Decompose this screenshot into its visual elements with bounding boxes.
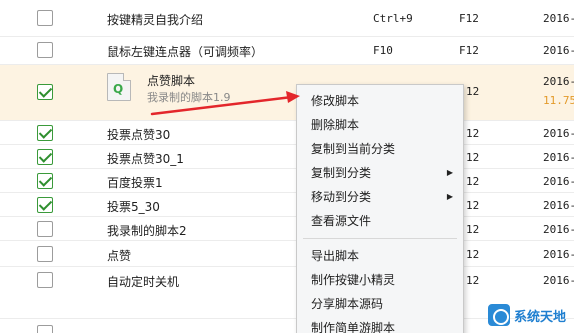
script-time: 11.75 [543,94,574,107]
script-stop-key: 12 [466,175,480,188]
table-row[interactable]: 点赞 12 2016- [0,241,574,267]
script-date: 2016- [543,274,574,287]
script-name: 投票点赞30_1 [107,152,184,166]
script-stop-key: F12 [459,44,479,57]
menu-item-label: 复制到当前分类 [311,142,396,156]
menu-item-label: 复制到分类 [311,166,372,180]
script-name: 自动定时关机 [107,275,180,289]
script-hotkey: Ctrl+9 [373,12,413,25]
row-checkbox-checked[interactable] [37,125,53,141]
table-row[interactable]: 按键精灵自我介绍 Ctrl+9 F12 2016- [0,0,574,37]
script-date: 2016- [543,223,574,236]
menu-item-edit-script[interactable]: 修改脚本 [297,90,463,112]
script-date: 2016- [543,199,574,212]
watermark-logo-icon [487,304,510,326]
table-row[interactable]: 百度投票1 12 2016- [0,169,574,193]
row-checkbox[interactable] [37,272,53,288]
script-hotkey: F10 [373,44,393,57]
menu-item-view-source-file[interactable]: 查看源文件 [297,210,463,232]
watermark-text: 系统天地 [513,309,566,325]
script-file-icon: Q [107,73,131,101]
script-date: 2016- [543,127,574,140]
script-name: 点赞 [107,249,132,263]
script-stop-key: 12 [466,248,480,261]
script-stop-key: 12 [466,151,480,164]
menu-item-make-mini-sprite[interactable]: 制作按键小精灵 [297,269,463,291]
menu-separator [303,238,457,239]
menu-item-make-game-script[interactable]: 制作简单游脚本 [297,317,463,333]
submenu-arrow-icon: ▶ [446,168,453,177]
menu-item-export-script[interactable]: 导出脚本 [297,245,463,267]
menu-item-label: 移动到分类 [311,190,372,204]
script-name: 鼠标左键连点器（可调频率） [107,45,264,59]
script-subtitle: 我录制的脚本1.9 [147,91,231,104]
script-name: 投票点赞30 [107,128,171,142]
menu-item-copy-to-category[interactable]: 复制到分类 ▶ [297,162,463,184]
menu-item-delete-script[interactable]: 删除脚本 [297,114,463,136]
script-date: 2016- [543,248,574,261]
row-checkbox-checked[interactable] [37,149,53,165]
menu-item-label: 导出脚本 [311,249,360,263]
script-name: 百度投票1 [107,176,163,190]
menu-item-label: 查看源文件 [311,214,372,228]
script-list: 按键精灵自我介绍 Ctrl+9 F12 2016- 鼠标左键连点器（可调频率） … [0,0,574,333]
table-row[interactable]: 投票点赞30_1 12 2016- [0,145,574,169]
row-checkbox[interactable] [37,325,53,333]
script-date: 2016- [543,151,574,164]
menu-item-move-to-category[interactable]: 移动到分类 ▶ [297,186,463,208]
row-checkbox[interactable] [37,42,53,58]
menu-item-copy-to-current-category[interactable]: 复制到当前分类 [297,138,463,160]
menu-item-label: 制作简单游脚本 [311,321,396,333]
script-stop-key: 12 [466,85,480,98]
script-name: 点赞脚本 [147,74,196,88]
script-file-icon-letter: Q [113,82,124,96]
script-date: 2016- [543,175,574,188]
context-menu: 修改脚本 删除脚本 复制到当前分类 复制到分类 ▶ 移动到分类 ▶ 查看源文件 导出… [296,84,464,333]
watermark: 系统天地 [487,303,566,327]
row-checkbox-checked[interactable] [37,173,53,189]
menu-item-label: 分享脚本源码 [311,297,384,311]
row-checkbox-checked[interactable] [37,197,53,213]
menu-item-label: 制作按键小精灵 [311,273,396,287]
script-stop-key: 12 [466,127,480,140]
script-stop-key: 12 [466,223,480,236]
script-date: 2016- [543,75,574,88]
submenu-arrow-icon: ▶ [446,192,453,201]
table-row[interactable]: 投票点赞30 12 2016- [0,121,574,145]
row-checkbox[interactable] [37,10,53,26]
table-row[interactable]: 投票5_30 12 2016- [0,193,574,217]
row-checkbox-checked[interactable] [37,84,53,100]
script-name: 我录制的脚本2 [107,224,187,238]
script-date: 2016- [543,12,574,25]
script-stop-key: 12 [466,199,480,212]
script-name: 按键精灵自我介绍 [107,13,204,27]
row-checkbox[interactable] [37,221,53,237]
table-row[interactable]: 鼠标左键连点器（可调频率） F10 F12 2016- [0,37,574,65]
script-date: 2016- [543,44,574,57]
row-checkbox[interactable] [37,246,53,262]
table-row-selected[interactable]: Q 点赞脚本 我录制的脚本1.9 12 2016- 11.75 [0,65,574,121]
script-stop-key: F12 [459,12,479,25]
menu-item-share-script-source[interactable]: 分享脚本源码 [297,293,463,315]
table-row[interactable]: 我录制的脚本2 12 2016- [0,217,574,241]
menu-item-label: 删除脚本 [311,118,360,132]
script-name: 投票5_30 [107,200,160,214]
script-stop-key: 12 [466,274,480,287]
menu-item-label: 修改脚本 [311,94,360,108]
